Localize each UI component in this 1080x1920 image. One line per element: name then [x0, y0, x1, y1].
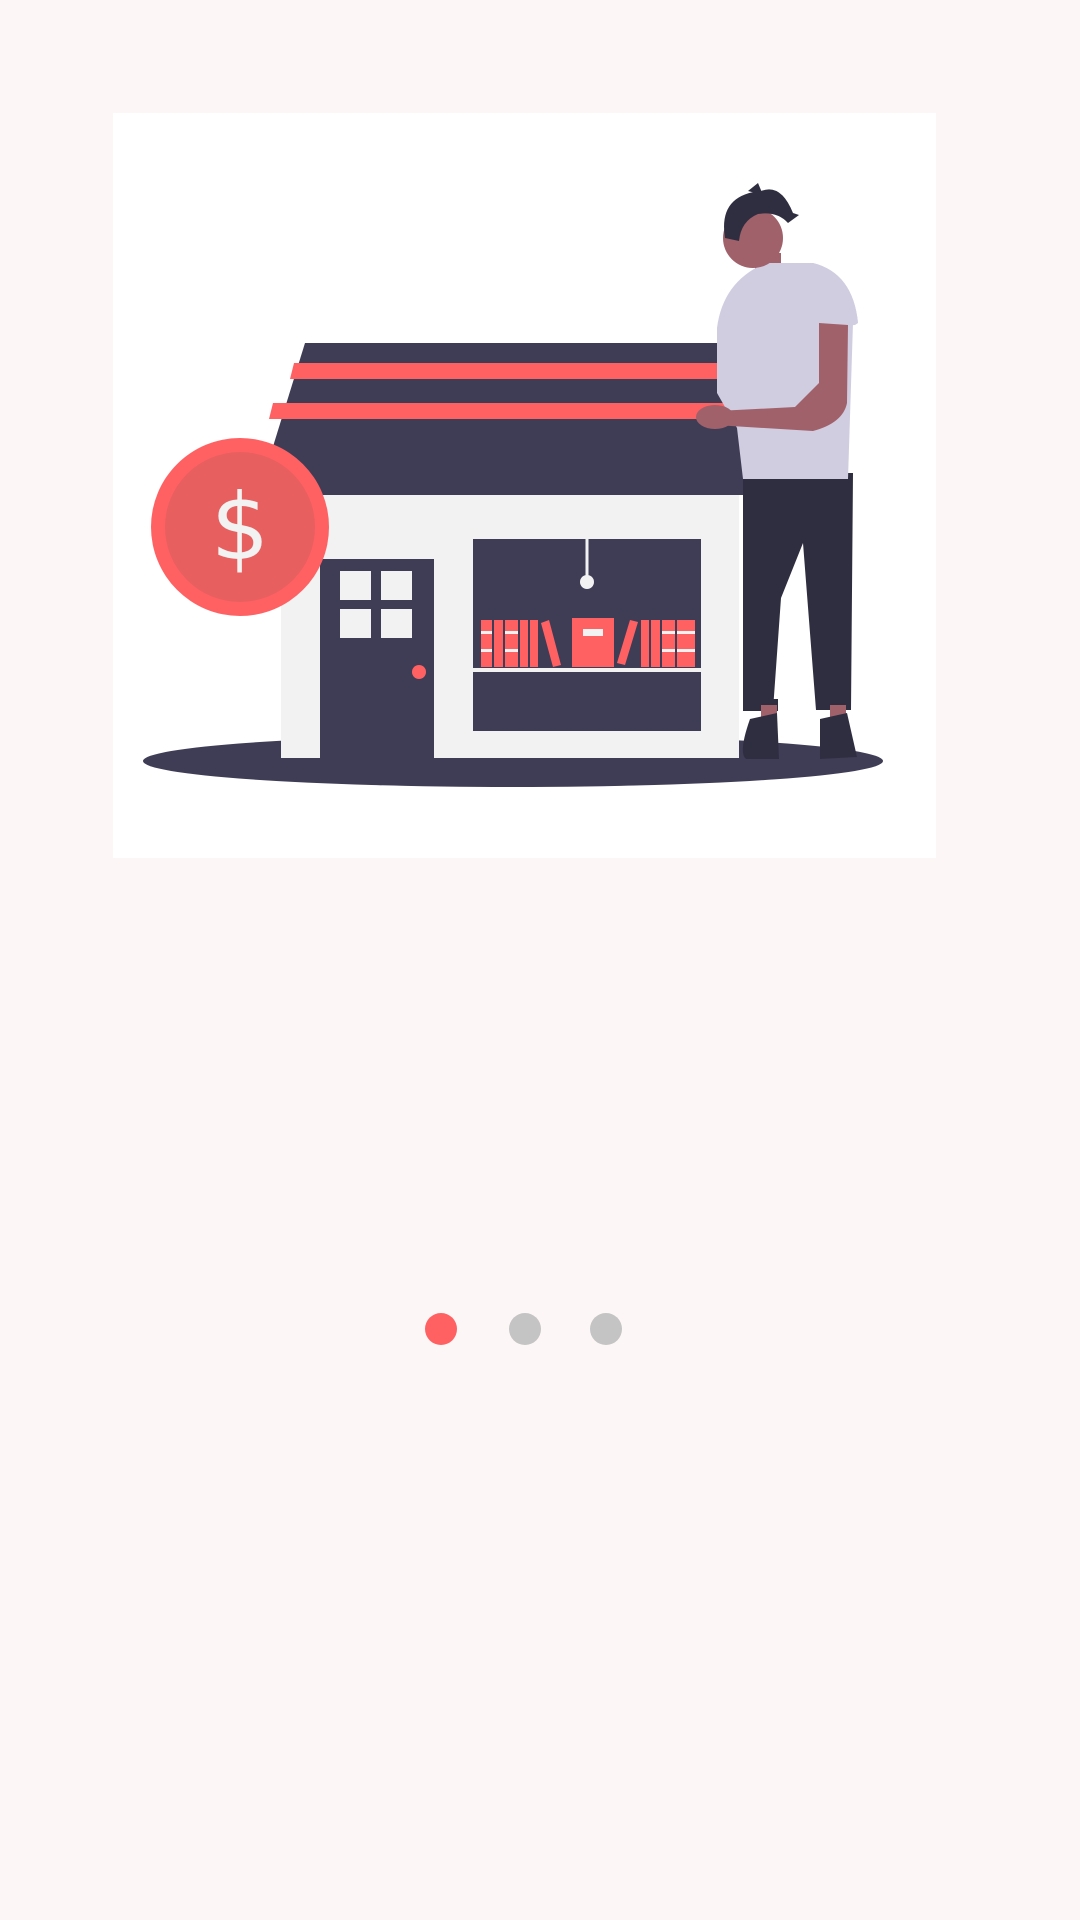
lamp-bulb — [580, 575, 594, 589]
shop-door — [320, 559, 434, 758]
door-window-pane — [340, 571, 371, 600]
onboarding-screen: $ — [0, 0, 1080, 1920]
page-indicator — [0, 1313, 1080, 1345]
dollar-coin-icon: $ — [151, 438, 329, 616]
page-dot-1-active[interactable] — [425, 1313, 457, 1345]
coin-symbol: $ — [211, 474, 270, 581]
shop-owner-illustration: $ — [143, 183, 883, 787]
roof-stripe — [269, 403, 767, 419]
page-dot-3[interactable] — [590, 1313, 622, 1345]
roof-stripe — [290, 363, 757, 379]
illustration-card: $ — [113, 113, 936, 858]
door-window-pane — [381, 571, 412, 600]
door-window-pane — [381, 609, 412, 638]
page-dot-2[interactable] — [509, 1313, 541, 1345]
door-knob — [412, 665, 426, 679]
book-center — [572, 618, 614, 667]
display-shelf — [473, 668, 701, 672]
door-window-pane — [340, 609, 371, 638]
